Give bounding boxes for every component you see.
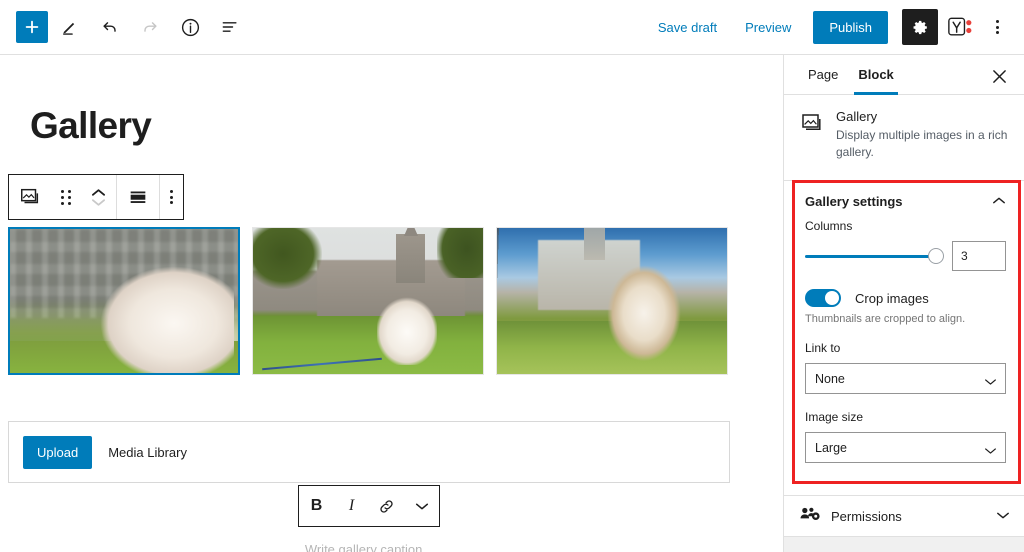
info-icon[interactable]	[172, 9, 208, 45]
add-block-button[interactable]	[16, 11, 48, 43]
sidebar-tabs: Page Block	[784, 55, 1024, 95]
drag-handle-icon[interactable]	[51, 175, 81, 219]
image-size-label: Image size	[805, 410, 864, 424]
columns-slider[interactable]	[805, 246, 944, 266]
columns-number-input[interactable]	[952, 241, 1006, 271]
permissions-title: Permissions	[831, 508, 902, 524]
chevron-down-icon[interactable]	[996, 507, 1010, 525]
redo-icon[interactable]	[132, 9, 168, 45]
crop-images-help: Thumbnails are cropped to align.	[805, 313, 966, 325]
editor-top-bar: Save draft Preview Publish	[0, 0, 1024, 55]
link-to-control: None	[805, 363, 1006, 394]
wordpress-block-editor: Save draft Preview Publish Gallery Uploa…	[0, 0, 1024, 552]
save-draft-button[interactable]: Save draft	[646, 12, 729, 43]
image-size-select[interactable]: Large	[805, 432, 1006, 463]
block-description: Display multiple images in a rich galler…	[836, 128, 1008, 160]
crop-images-label: Crop images	[855, 290, 929, 306]
bold-icon[interactable]: B	[301, 486, 333, 526]
gear-icon[interactable]	[902, 9, 938, 45]
editor-canvas[interactable]: Gallery Upload Media Library B I Write g…	[0, 55, 784, 552]
block-options-icon[interactable]	[160, 175, 183, 219]
link-to-select[interactable]: None	[805, 363, 1006, 394]
columns-control	[805, 241, 1006, 271]
sidebar-bottom-area	[784, 537, 1024, 552]
tab-block[interactable]: Block	[848, 55, 903, 95]
slider-track	[805, 254, 942, 258]
list-view-icon[interactable]	[212, 9, 248, 45]
chevron-up-icon[interactable]	[992, 192, 1006, 210]
edit-pencil-icon[interactable]	[52, 9, 88, 45]
more-formats-chevron-icon[interactable]	[406, 486, 438, 526]
block-info-text: Gallery Display multiple images in a ric…	[836, 109, 1008, 162]
gallery-media-placeholder: Upload Media Library	[8, 421, 730, 483]
upload-button[interactable]: Upload	[23, 435, 93, 469]
page-title[interactable]: Gallery	[30, 105, 152, 147]
gallery-images	[8, 227, 728, 375]
gallery-settings-body: Columns Crop images Thumbnails are cropp…	[795, 219, 1018, 489]
permissions-panel-header[interactable]: Permissions	[784, 495, 1024, 537]
block-title: Gallery	[836, 109, 878, 124]
slider-thumb[interactable]	[928, 248, 944, 264]
gallery-image-2[interactable]	[252, 227, 484, 375]
yoast-seo-icon[interactable]	[944, 9, 978, 45]
italic-icon[interactable]: I	[336, 486, 368, 526]
settings-sidebar: Page Block Gallery Display multiple imag…	[784, 55, 1024, 552]
gallery-image-1[interactable]	[8, 227, 240, 375]
gallery-settings-panel: Gallery settings Columns 3 Crop images T…	[792, 180, 1021, 484]
image-size-control: Large	[805, 432, 1006, 463]
align-icon[interactable]	[117, 175, 159, 219]
move-up-down-icon[interactable]	[81, 175, 116, 219]
preview-button[interactable]: Preview	[733, 12, 803, 43]
gallery-settings-title: Gallery settings	[805, 193, 903, 209]
link-to-label: Link to	[805, 341, 841, 355]
crop-images-control: Crop images	[805, 289, 1006, 307]
kebab-menu-icon[interactable]	[982, 9, 1012, 45]
columns-label: Columns	[805, 219, 853, 233]
gallery-block-icon	[800, 111, 824, 135]
gallery-caption-placeholder[interactable]: Write gallery caption...	[8, 542, 730, 552]
rich-text-format-toolbar: B I	[298, 485, 440, 527]
block-toolbar	[8, 174, 184, 220]
link-icon[interactable]	[371, 486, 403, 526]
toggle-knob	[825, 291, 839, 305]
media-library-button[interactable]: Media Library	[108, 445, 187, 460]
top-bar-left-tools	[0, 9, 248, 45]
crop-images-toggle[interactable]	[805, 289, 841, 307]
top-bar-right-actions: Save draft Preview Publish	[646, 9, 1024, 45]
tab-page[interactable]: Page	[798, 55, 848, 94]
publish-button[interactable]: Publish	[813, 10, 888, 44]
gallery-block-icon[interactable]	[9, 175, 51, 219]
gallery-settings-header[interactable]: Gallery settings	[795, 183, 1018, 219]
close-icon[interactable]	[986, 63, 1012, 89]
gallery-image-3[interactable]	[496, 227, 728, 375]
permissions-users-icon	[800, 505, 821, 528]
undo-icon[interactable]	[92, 9, 128, 45]
block-info-card: Gallery Display multiple images in a ric…	[784, 95, 1024, 181]
